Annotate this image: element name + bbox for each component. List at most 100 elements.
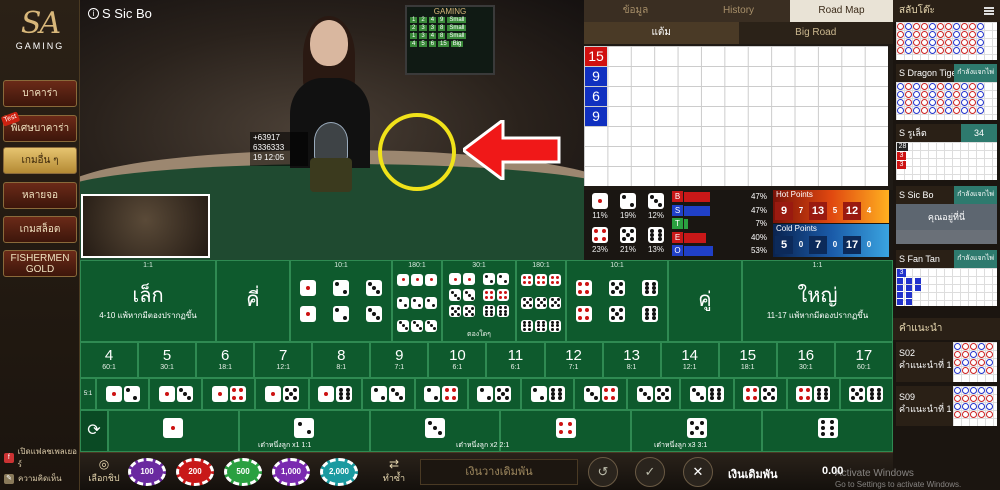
triple-6[interactable] — [517, 317, 565, 335]
screen-result-row: 1 3 4 8 Small — [407, 32, 493, 40]
bet-odd[interactable]: คี่ — [216, 260, 290, 342]
flash-player-link[interactable]: f เปิดแฟลชเพลเยอร์ — [4, 445, 79, 471]
bet-combo-2-4[interactable] — [414, 378, 468, 410]
pair-6[interactable] — [641, 279, 659, 323]
triple-5[interactable] — [517, 294, 565, 312]
bet-amount-field[interactable]: เงินวางเดิมพัน — [420, 459, 578, 485]
dealing-button[interactable]: กำลังแจกไพ่ — [954, 64, 997, 82]
pair-5[interactable] — [608, 279, 626, 323]
chip-1,000[interactable]: 1,000 — [272, 458, 310, 486]
bet-any-triple[interactable]: 30:1 ตองใดๆ — [442, 260, 516, 342]
bet-combo-1-2[interactable] — [96, 378, 150, 410]
bet-pairs-2[interactable]: 10:1 — [566, 260, 668, 342]
bet-combo-2-6[interactable] — [521, 378, 575, 410]
table-card-fan-tan[interactable]: S Fan Tan กำลังแจกไพ่ 3 — [896, 250, 997, 306]
undo-button[interactable]: ↺ — [588, 457, 618, 487]
bet-combo-4-5[interactable] — [733, 378, 787, 410]
bet-total-14[interactable]: 14 12:1 — [660, 342, 719, 378]
total-number: 10 — [449, 347, 466, 364]
table-card-dragon-tiger[interactable]: S Dragon Tiger กำลังแจกไพ่ — [896, 64, 997, 120]
triple-3[interactable] — [393, 317, 441, 335]
bet-combo-5-6[interactable] — [839, 378, 893, 410]
bet-triple-4-6[interactable]: 180:1 — [516, 260, 566, 342]
bet-odds: 180:1 — [408, 262, 426, 269]
chip-100[interactable]: 100 — [128, 458, 166, 486]
bet-total-17[interactable]: 17 60:1 — [834, 342, 893, 378]
bet-total-12[interactable]: 12 7:1 — [544, 342, 603, 378]
rotate-icon[interactable]: ⟳ — [80, 410, 108, 452]
die-5-icon — [849, 386, 866, 402]
table-card-roulette[interactable]: S รูเล็ต 34 28 3 3 — [896, 124, 997, 180]
bet-total-13[interactable]: 13 8:1 — [602, 342, 661, 378]
bet-small[interactable]: 1:1 เล็ก 4-10 แพ้หากมีตองปรากฏขึ้น — [80, 260, 216, 342]
menu-icon[interactable] — [984, 7, 994, 15]
pair-4[interactable] — [575, 279, 593, 323]
sidebar-item-other-games[interactable]: เกมอื่น ๆ — [3, 147, 77, 174]
cancel-button[interactable]: ✕ — [683, 457, 713, 487]
bet-total-9[interactable]: 9 7:1 — [370, 342, 429, 378]
bet-total-15[interactable]: 15 18:1 — [718, 342, 777, 378]
table-card-sic-bo[interactable]: S Sic Bo กำลังแจกไพ่ คุณอยู่ที่นี่ — [896, 186, 997, 244]
die-4-icon — [601, 386, 618, 402]
repeat-bet-button[interactable]: ⇄ ทำซ้ำ — [374, 457, 414, 485]
any-triple-face — [482, 272, 510, 286]
sidebar-item-special-baccarat[interactable]: Test พิเศษบาคาร่า — [0, 111, 77, 142]
tab-info[interactable]: ข้อมูล — [584, 0, 687, 22]
bet-pairs[interactable]: 10:1 — [290, 260, 392, 342]
tab-history[interactable]: History — [687, 0, 790, 22]
road-dot — [897, 47, 904, 54]
bet-combo-1-6[interactable] — [308, 378, 362, 410]
die-4-icon — [229, 386, 246, 402]
triple-4[interactable] — [517, 271, 565, 289]
subtab-big-road[interactable]: Big Road — [738, 22, 893, 44]
bet-combo-4-6[interactable] — [786, 378, 840, 410]
sidebar-item-slots[interactable]: เกมสล็อต — [3, 216, 77, 243]
chip-200[interactable]: 200 — [176, 458, 214, 486]
bet-single-6[interactable] — [762, 410, 893, 452]
chip-2,000[interactable]: 2,000 — [320, 458, 358, 486]
select-chip-button[interactable]: ◎ เลือกชิป — [84, 457, 124, 485]
bet-combo-2-3[interactable] — [361, 378, 415, 410]
bet-combo-3-5[interactable] — [627, 378, 681, 410]
pair-2[interactable] — [332, 279, 350, 323]
tab-road-map[interactable]: Road Map — [790, 0, 893, 22]
die-6-icon — [707, 386, 724, 402]
bet-single-4[interactable] — [500, 410, 632, 452]
bet-total-5[interactable]: 5 30:1 — [138, 342, 197, 378]
bet-combo-1-5[interactable] — [255, 378, 309, 410]
bet-combo-1-4[interactable] — [202, 378, 256, 410]
recommend-item[interactable]: S09 คำแนะนำที่ 1 — [896, 386, 997, 426]
bet-single-1[interactable] — [108, 410, 239, 452]
pair-3[interactable] — [365, 279, 383, 323]
bet-total-7[interactable]: 7 12:1 — [254, 342, 313, 378]
bet-total-8[interactable]: 8 8:1 — [312, 342, 371, 378]
bet-combo-2-5[interactable] — [467, 378, 521, 410]
sidebar-item-baccarat[interactable]: บาคาร่า — [3, 80, 77, 107]
bet-big[interactable]: 1:1 ใหญ่ 11-17 แพ้หากมีตองปรากฏขึ้น — [742, 260, 893, 342]
recommend-item[interactable]: S02 คำแนะนำที่ 1 — [896, 342, 997, 382]
dealing-button[interactable]: กำลังแจกไพ่ — [954, 186, 997, 204]
bet-total-11[interactable]: 11 6:1 — [486, 342, 545, 378]
bet-total-16[interactable]: 16 30:1 — [776, 342, 835, 378]
bet-triple-1-3[interactable]: 180:1 — [392, 260, 442, 342]
chip-500[interactable]: 500 — [224, 458, 262, 486]
sidebar-item-fishermen-gold[interactable]: FISHERMEN GOLD — [3, 250, 77, 277]
info-icon[interactable]: i — [88, 8, 99, 19]
feedback-link[interactable]: ✎ ความคิดเห็น — [4, 472, 62, 485]
confirm-button[interactable]: ✓ — [635, 457, 665, 487]
table-card-baccarat[interactable] — [896, 22, 997, 60]
bet-combo-3-4[interactable] — [574, 378, 628, 410]
closeup-camera-thumbnail[interactable] — [81, 194, 210, 258]
bet-total-10[interactable]: 10 6:1 — [428, 342, 487, 378]
triple-2[interactable] — [393, 294, 441, 312]
bet-total-4[interactable]: 4 60:1 — [80, 342, 139, 378]
bet-combo-3-6[interactable] — [680, 378, 734, 410]
triple-1[interactable] — [393, 271, 441, 289]
bet-even[interactable]: คู่ — [668, 260, 742, 342]
bet-total-6[interactable]: 6 18:1 — [196, 342, 255, 378]
sidebar-item-multi-screen[interactable]: หลายจอ — [3, 182, 77, 209]
bet-combo-1-3[interactable] — [149, 378, 203, 410]
subtab-points[interactable]: แต้ม — [584, 22, 739, 44]
pair-1[interactable] — [299, 279, 317, 323]
dealing-button[interactable]: กำลังแจกไพ่ — [954, 250, 997, 268]
